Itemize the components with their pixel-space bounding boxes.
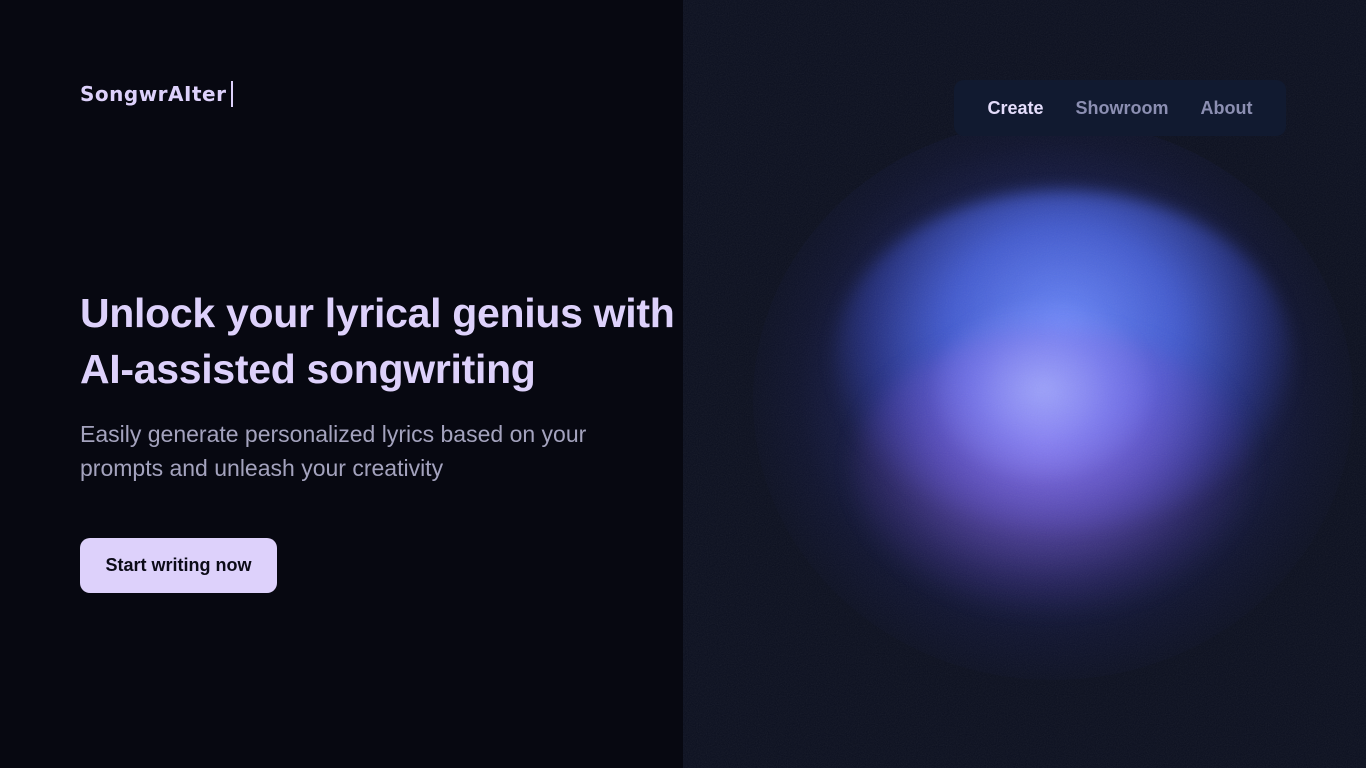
nav-item-showroom[interactable]: Showroom <box>1076 98 1169 119</box>
hero-title: Unlock your lyrical genius with AI-assis… <box>80 290 675 392</box>
start-writing-button[interactable]: Start writing now <box>80 538 277 593</box>
nav-item-about[interactable]: About <box>1201 98 1253 119</box>
brand-logo[interactable]: SongwrAIter <box>80 80 234 108</box>
nav-item-create[interactable]: Create <box>987 98 1043 119</box>
landing-page: SongwrAIter Create Showroom About Unlock… <box>0 0 1366 768</box>
brand-name: SongwrAIter <box>80 82 227 106</box>
hero-subtitle: Easily generate personalized lyrics base… <box>80 421 587 481</box>
main-nav: Create Showroom About <box>954 80 1286 136</box>
text-cursor-icon <box>231 81 234 107</box>
